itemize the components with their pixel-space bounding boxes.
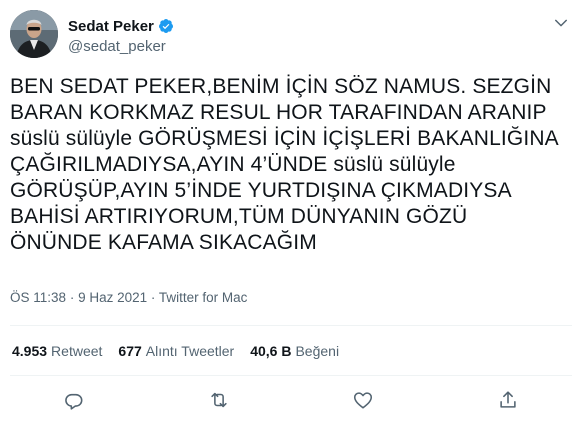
retweet-label: Retweet — [51, 343, 103, 359]
retweet-count: 4.953 — [12, 343, 48, 359]
meta-separator: · — [69, 290, 75, 305]
like-stat[interactable]: 40,6 B Beğeni — [250, 343, 339, 359]
tweet-header: Sedat Peker @sedat_peker — [10, 8, 572, 60]
quote-count: 677 — [118, 343, 142, 359]
heart-icon[interactable] — [352, 389, 374, 411]
retweet-stat[interactable]: 4.953 Retweet — [12, 343, 102, 359]
tweet-text: BEN SEDAT PEKER,BENİM İÇİN SÖZ NAMUS. SE… — [10, 75, 559, 254]
share-icon[interactable] — [497, 389, 519, 411]
user-handle[interactable]: @sedat_peker — [68, 38, 174, 55]
verified-badge-icon — [158, 18, 174, 34]
meta-separator: · — [150, 290, 156, 305]
display-name-row: Sedat Peker — [68, 16, 174, 36]
profile-photo — [10, 10, 58, 58]
reply-icon[interactable] — [63, 389, 85, 411]
author-names: Sedat Peker @sedat_peker — [68, 16, 174, 55]
tweet-actions — [0, 389, 582, 413]
divider — [10, 375, 572, 376]
tweet-stats: 4.953 Retweet 677 Alıntı Tweetler 40,6 B Be… — [12, 343, 339, 359]
retweet-icon[interactable] — [208, 389, 230, 411]
display-name[interactable]: Sedat Peker — [68, 18, 154, 35]
like-label: Beğeni — [295, 343, 340, 359]
like-count: 40,6 B — [250, 343, 292, 359]
chevron-down-icon[interactable] — [552, 14, 570, 32]
avatar[interactable] — [10, 10, 58, 58]
tweet-meta: ÖS 11:38 · 9 Haz 2021 · Twitter for Mac — [10, 290, 247, 305]
tweet-date[interactable]: 9 Haz 2021 — [78, 290, 147, 305]
divider — [10, 325, 572, 326]
tweet-card: Sedat Peker @sedat_peker BEN SEDAT PEKER… — [0, 0, 582, 422]
quote-label: Alıntı Tweetler — [145, 343, 235, 359]
tweet-time[interactable]: ÖS 11:38 — [10, 290, 66, 305]
tweet-source[interactable]: Twitter for Mac — [159, 290, 248, 305]
quote-stat[interactable]: 677 Alıntı Tweetler — [118, 343, 234, 359]
